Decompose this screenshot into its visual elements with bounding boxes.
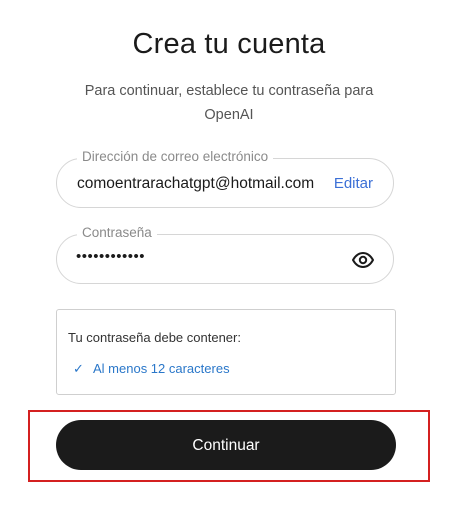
email-value: comoentrarachatgpt@hotmail.com [77,175,315,192]
check-icon: ✓ [73,361,84,376]
requirement-item: ✓ Al menos 12 caracteres [73,361,230,377]
continue-button[interactable]: Continuar [56,420,396,470]
email-field-label: Dirección de correo electrónico [77,149,274,164]
email-field: Dirección de correo electrónico comoentr… [56,149,394,208]
password-field-label: Contraseña [77,225,157,240]
password-field[interactable]: Contraseña •••••••••••• [56,225,394,284]
requirement-text: Al menos 12 caracteres [93,361,230,376]
eye-icon[interactable] [351,248,375,272]
requirements-title: Tu contraseña debe contener: [68,330,241,345]
password-input[interactable]: •••••••••••• [76,248,145,265]
page-title: Crea tu cuenta [132,28,326,60]
password-requirements: Tu contraseña debe contener: ✓ Al menos 1… [56,309,396,395]
signup-page: Crea tu cuenta Para continuar, establece… [0,0,458,507]
page-subtitle: Para continuar, establece tu contraseña … [84,83,374,123]
edit-email-link[interactable]: Editar [329,175,373,192]
